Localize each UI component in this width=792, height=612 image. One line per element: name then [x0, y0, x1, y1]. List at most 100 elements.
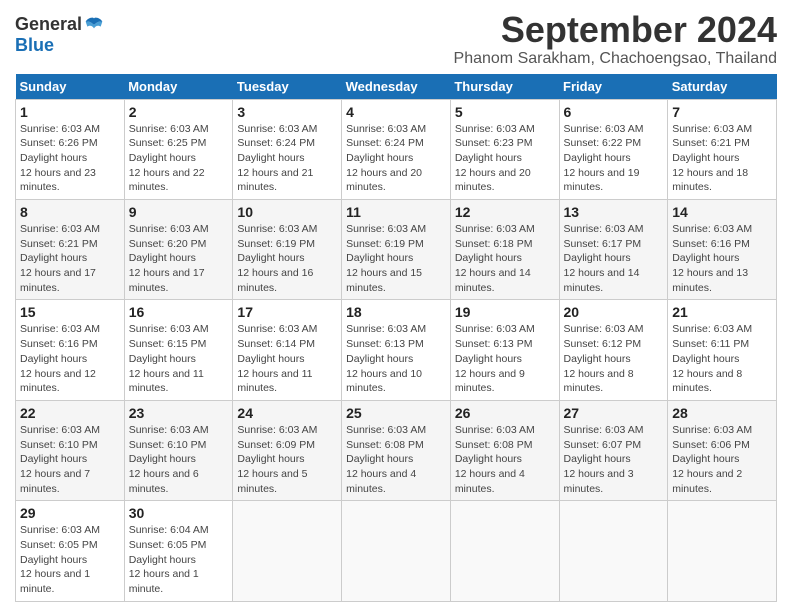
day-detail: Sunrise: 6:03 AMSunset: 6:10 PMDaylight … [20, 424, 100, 495]
day-detail: Sunrise: 6:03 AMSunset: 6:23 PMDaylight … [455, 123, 535, 194]
day-number: 30 [129, 505, 229, 521]
calendar-cell: 18 Sunrise: 6:03 AMSunset: 6:13 PMDaylig… [342, 300, 451, 400]
calendar-cell: 23 Sunrise: 6:03 AMSunset: 6:10 PMDaylig… [124, 400, 233, 500]
month-title: September 2024 [454, 10, 777, 50]
calendar-cell: 1 Sunrise: 6:03 AMSunset: 6:26 PMDayligh… [16, 99, 125, 199]
calendar-cell: 12 Sunrise: 6:03 AMSunset: 6:18 PMDaylig… [450, 200, 559, 300]
calendar-week-row: 22 Sunrise: 6:03 AMSunset: 6:10 PMDaylig… [16, 400, 777, 500]
calendar-cell: 14 Sunrise: 6:03 AMSunset: 6:16 PMDaylig… [668, 200, 777, 300]
calendar-cell: 11 Sunrise: 6:03 AMSunset: 6:19 PMDaylig… [342, 200, 451, 300]
calendar-cell: 7 Sunrise: 6:03 AMSunset: 6:21 PMDayligh… [668, 99, 777, 199]
calendar-cell: 2 Sunrise: 6:03 AMSunset: 6:25 PMDayligh… [124, 99, 233, 199]
calendar-cell: 28 Sunrise: 6:03 AMSunset: 6:06 PMDaylig… [668, 400, 777, 500]
logo: General Blue [15, 14, 104, 56]
day-number: 2 [129, 104, 229, 120]
day-detail: Sunrise: 6:03 AMSunset: 6:12 PMDaylight … [564, 323, 644, 394]
day-detail: Sunrise: 6:03 AMSunset: 6:19 PMDaylight … [237, 223, 317, 294]
calendar-cell [233, 501, 342, 601]
day-detail: Sunrise: 6:03 AMSunset: 6:13 PMDaylight … [346, 323, 426, 394]
day-number: 28 [672, 405, 772, 421]
calendar-cell: 10 Sunrise: 6:03 AMSunset: 6:19 PMDaylig… [233, 200, 342, 300]
day-detail: Sunrise: 6:03 AMSunset: 6:21 PMDaylight … [672, 123, 752, 194]
day-number: 27 [564, 405, 664, 421]
day-detail: Sunrise: 6:03 AMSunset: 6:24 PMDaylight … [237, 123, 317, 194]
header-sunday: Sunday [16, 74, 125, 100]
day-number: 1 [20, 104, 120, 120]
calendar-cell: 25 Sunrise: 6:03 AMSunset: 6:08 PMDaylig… [342, 400, 451, 500]
day-number: 15 [20, 304, 120, 320]
calendar-cell [668, 501, 777, 601]
day-detail: Sunrise: 6:03 AMSunset: 6:09 PMDaylight … [237, 424, 317, 495]
day-number: 4 [346, 104, 446, 120]
calendar-cell: 21 Sunrise: 6:03 AMSunset: 6:11 PMDaylig… [668, 300, 777, 400]
day-number: 20 [564, 304, 664, 320]
header-thursday: Thursday [450, 74, 559, 100]
day-detail: Sunrise: 6:03 AMSunset: 6:25 PMDaylight … [129, 123, 209, 194]
calendar-cell: 19 Sunrise: 6:03 AMSunset: 6:13 PMDaylig… [450, 300, 559, 400]
day-detail: Sunrise: 6:03 AMSunset: 6:16 PMDaylight … [20, 323, 100, 394]
calendar-cell: 27 Sunrise: 6:03 AMSunset: 6:07 PMDaylig… [559, 400, 668, 500]
day-number: 6 [564, 104, 664, 120]
calendar-cell: 17 Sunrise: 6:03 AMSunset: 6:14 PMDaylig… [233, 300, 342, 400]
day-number: 16 [129, 304, 229, 320]
calendar-cell: 16 Sunrise: 6:03 AMSunset: 6:15 PMDaylig… [124, 300, 233, 400]
day-detail: Sunrise: 6:03 AMSunset: 6:06 PMDaylight … [672, 424, 752, 495]
calendar-cell: 30 Sunrise: 6:04 AMSunset: 6:05 PMDaylig… [124, 501, 233, 601]
day-number: 7 [672, 104, 772, 120]
day-number: 19 [455, 304, 555, 320]
header-saturday: Saturday [668, 74, 777, 100]
day-detail: Sunrise: 6:03 AMSunset: 6:19 PMDaylight … [346, 223, 426, 294]
title-section: September 2024 Phanom Sarakham, Chachoen… [454, 10, 777, 68]
day-number: 9 [129, 204, 229, 220]
header-wednesday: Wednesday [342, 74, 451, 100]
day-number: 26 [455, 405, 555, 421]
day-detail: Sunrise: 6:03 AMSunset: 6:24 PMDaylight … [346, 123, 426, 194]
calendar-week-row: 15 Sunrise: 6:03 AMSunset: 6:16 PMDaylig… [16, 300, 777, 400]
day-number: 3 [237, 104, 337, 120]
calendar-week-row: 1 Sunrise: 6:03 AMSunset: 6:26 PMDayligh… [16, 99, 777, 199]
calendar-cell: 15 Sunrise: 6:03 AMSunset: 6:16 PMDaylig… [16, 300, 125, 400]
calendar-cell: 22 Sunrise: 6:03 AMSunset: 6:10 PMDaylig… [16, 400, 125, 500]
calendar-cell [559, 501, 668, 601]
day-number: 12 [455, 204, 555, 220]
day-number: 11 [346, 204, 446, 220]
day-detail: Sunrise: 6:03 AMSunset: 6:10 PMDaylight … [129, 424, 209, 495]
day-detail: Sunrise: 6:03 AMSunset: 6:18 PMDaylight … [455, 223, 535, 294]
calendar-cell: 3 Sunrise: 6:03 AMSunset: 6:24 PMDayligh… [233, 99, 342, 199]
page-header: General Blue September 2024 Phanom Sarak… [15, 10, 777, 68]
calendar-cell: 5 Sunrise: 6:03 AMSunset: 6:23 PMDayligh… [450, 99, 559, 199]
day-detail: Sunrise: 6:03 AMSunset: 6:08 PMDaylight … [455, 424, 535, 495]
calendar-cell: 9 Sunrise: 6:03 AMSunset: 6:20 PMDayligh… [124, 200, 233, 300]
calendar-week-row: 8 Sunrise: 6:03 AMSunset: 6:21 PMDayligh… [16, 200, 777, 300]
day-detail: Sunrise: 6:03 AMSunset: 6:22 PMDaylight … [564, 123, 644, 194]
day-number: 23 [129, 405, 229, 421]
day-number: 14 [672, 204, 772, 220]
calendar-table: Sunday Monday Tuesday Wednesday Thursday… [15, 74, 777, 602]
calendar-cell: 6 Sunrise: 6:03 AMSunset: 6:22 PMDayligh… [559, 99, 668, 199]
day-detail: Sunrise: 6:03 AMSunset: 6:05 PMDaylight … [20, 524, 100, 595]
day-number: 18 [346, 304, 446, 320]
calendar-cell: 29 Sunrise: 6:03 AMSunset: 6:05 PMDaylig… [16, 501, 125, 601]
day-number: 29 [20, 505, 120, 521]
day-number: 10 [237, 204, 337, 220]
location-subtitle: Phanom Sarakham, Chachoengsao, Thailand [454, 50, 777, 68]
calendar-cell: 8 Sunrise: 6:03 AMSunset: 6:21 PMDayligh… [16, 200, 125, 300]
header-monday: Monday [124, 74, 233, 100]
calendar-cell: 4 Sunrise: 6:03 AMSunset: 6:24 PMDayligh… [342, 99, 451, 199]
day-detail: Sunrise: 6:03 AMSunset: 6:15 PMDaylight … [129, 323, 209, 394]
day-number: 24 [237, 405, 337, 421]
header-friday: Friday [559, 74, 668, 100]
day-detail: Sunrise: 6:03 AMSunset: 6:13 PMDaylight … [455, 323, 535, 394]
day-detail: Sunrise: 6:03 AMSunset: 6:16 PMDaylight … [672, 223, 752, 294]
calendar-cell: 13 Sunrise: 6:03 AMSunset: 6:17 PMDaylig… [559, 200, 668, 300]
calendar-cell [450, 501, 559, 601]
day-number: 8 [20, 204, 120, 220]
calendar-week-row: 29 Sunrise: 6:03 AMSunset: 6:05 PMDaylig… [16, 501, 777, 601]
day-detail: Sunrise: 6:03 AMSunset: 6:11 PMDaylight … [672, 323, 752, 394]
day-number: 22 [20, 405, 120, 421]
day-detail: Sunrise: 6:03 AMSunset: 6:17 PMDaylight … [564, 223, 644, 294]
day-number: 5 [455, 104, 555, 120]
calendar-header-row: Sunday Monday Tuesday Wednesday Thursday… [16, 74, 777, 100]
day-number: 13 [564, 204, 664, 220]
header-tuesday: Tuesday [233, 74, 342, 100]
